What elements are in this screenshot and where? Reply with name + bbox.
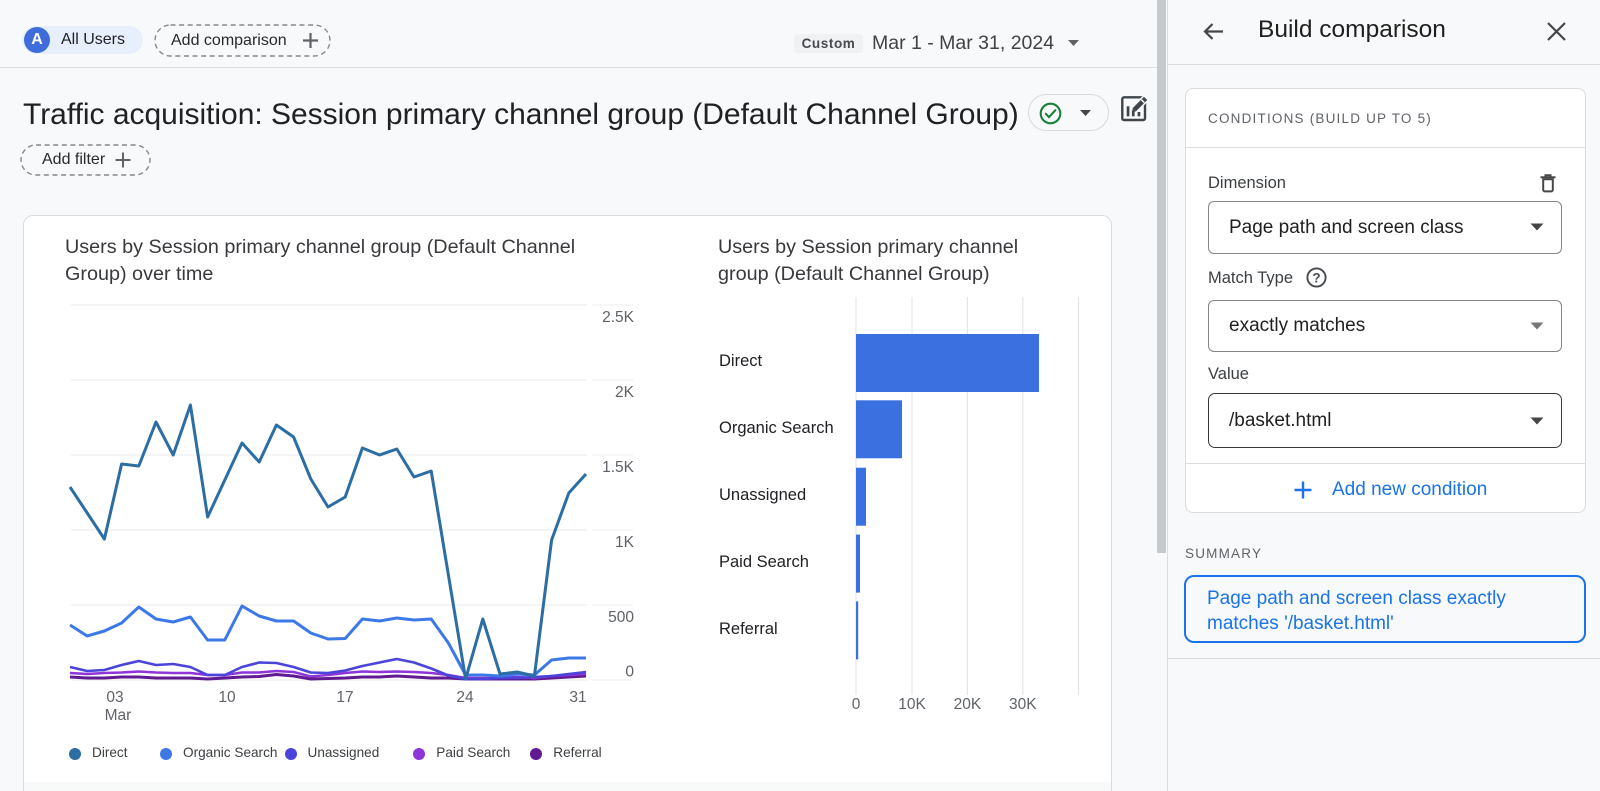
svg-text:10K: 10K: [898, 696, 926, 713]
svg-text:0: 0: [625, 664, 634, 681]
svg-text:1K: 1K: [615, 534, 635, 551]
svg-text:31: 31: [569, 689, 586, 706]
svg-text:2K: 2K: [615, 384, 635, 401]
svg-text:0: 0: [852, 696, 861, 713]
svg-text:30K: 30K: [1009, 696, 1037, 713]
svg-text:17: 17: [336, 689, 353, 706]
svg-text:Mar: Mar: [105, 707, 132, 724]
svg-text:20K: 20K: [954, 696, 982, 713]
svg-text:2.5K: 2.5K: [602, 309, 635, 326]
svg-text:24: 24: [456, 689, 474, 706]
svg-text:500: 500: [608, 609, 634, 626]
svg-text:10: 10: [218, 689, 236, 706]
svg-text:?: ?: [1312, 270, 1320, 285]
svg-text:1.5K: 1.5K: [602, 459, 635, 476]
svg-text:03: 03: [106, 689, 123, 706]
